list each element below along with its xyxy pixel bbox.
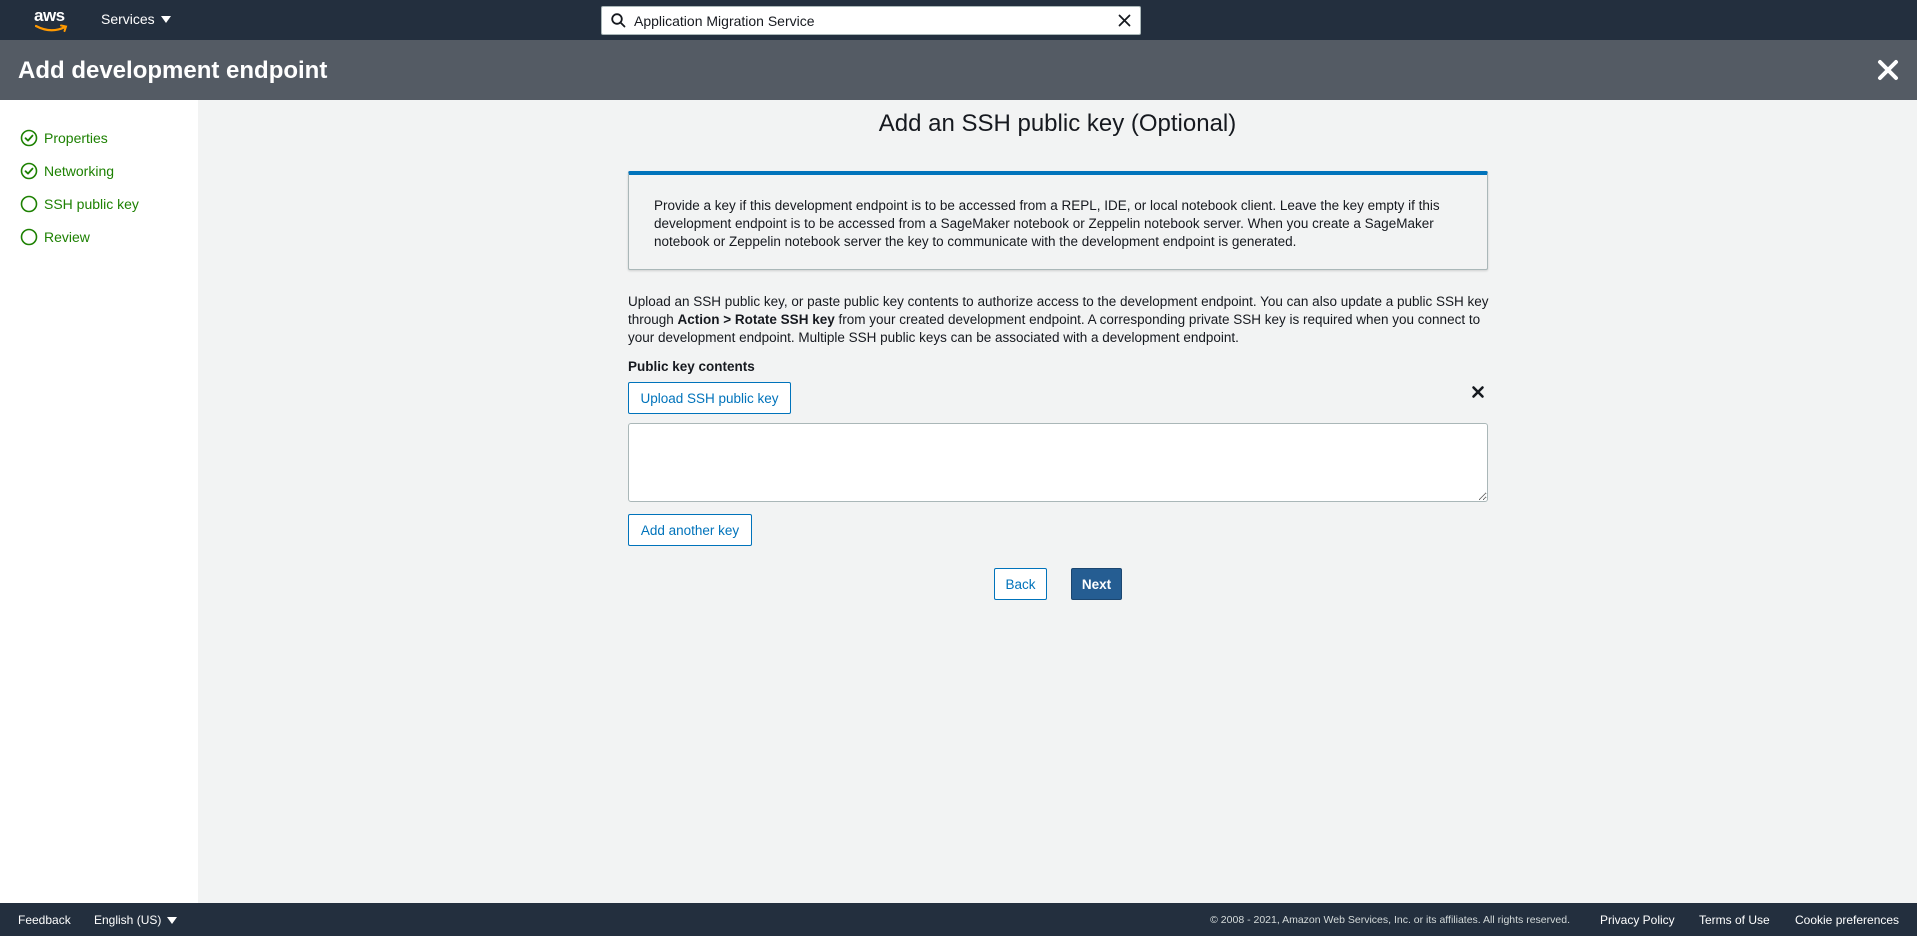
terms-of-use-link[interactable]: Terms of Use — [1699, 913, 1770, 927]
empty-circle-icon — [20, 195, 38, 213]
page-title: Add development endpoint — [18, 57, 328, 84]
search-icon — [602, 7, 634, 34]
public-key-label: Public key contents — [628, 359, 755, 374]
language-label: English (US) — [94, 913, 162, 927]
wizard-steps-sidebar: Properties Networking SSH public key Rev… — [0, 100, 198, 903]
step-networking[interactable]: Networking — [20, 161, 114, 181]
step-label: Review — [44, 229, 90, 245]
footer: Feedback English (US) © 2008 - 2021, Ama… — [0, 903, 1917, 936]
language-selector[interactable]: English (US) — [94, 913, 178, 927]
public-key-textarea[interactable] — [628, 423, 1488, 502]
wizard-header: Add development endpoint — [0, 40, 1917, 100]
services-label: Services — [101, 11, 155, 27]
next-button[interactable]: Next — [1071, 568, 1122, 600]
search-box[interactable]: Application Migration Service — [601, 6, 1141, 35]
feedback-link[interactable]: Feedback — [18, 913, 71, 927]
step-label: Networking — [44, 163, 115, 179]
add-another-key-button[interactable]: Add another key — [628, 514, 752, 546]
info-text: Provide a key if this development endpoi… — [654, 198, 1440, 249]
caret-down-icon — [167, 916, 178, 924]
search-input[interactable]: Application Migration Service — [634, 13, 1108, 29]
step-properties[interactable]: Properties — [20, 128, 108, 148]
top-navigation: aws Services Application Migration Servi… — [0, 0, 1917, 40]
empty-circle-icon — [20, 228, 38, 246]
check-circle-icon — [20, 129, 38, 147]
aws-logo-text: aws — [34, 6, 65, 25]
copyright-text: © 2008 - 2021, Amazon Web Services, Inc.… — [1210, 914, 1570, 926]
step-ssh-public-key[interactable]: SSH public key — [20, 194, 139, 214]
info-alert: Provide a key if this development endpoi… — [628, 171, 1488, 270]
services-menu[interactable]: Services — [101, 11, 171, 27]
caret-down-icon — [160, 15, 171, 23]
desc-bold: Action > Rotate SSH key — [677, 312, 835, 327]
aws-logo[interactable]: aws — [34, 6, 70, 34]
step-review[interactable]: Review — [20, 227, 90, 247]
privacy-policy-link[interactable]: Privacy Policy — [1600, 913, 1675, 927]
check-circle-icon — [20, 162, 38, 180]
step-label: Properties — [44, 130, 108, 146]
remove-key-icon[interactable] — [1470, 384, 1486, 400]
description-text: Upload an SSH public key, or paste publi… — [628, 293, 1490, 347]
close-icon[interactable] — [1875, 57, 1901, 83]
step-label: SSH public key — [44, 196, 139, 212]
back-button[interactable]: Back — [994, 568, 1047, 600]
clear-search-icon[interactable] — [1108, 7, 1140, 34]
section-title: Add an SSH public key (Optional) — [878, 110, 1237, 137]
upload-ssh-key-button[interactable]: Upload SSH public key — [628, 382, 791, 414]
cookie-preferences-link[interactable]: Cookie preferences — [1795, 913, 1899, 927]
aws-smile-icon — [35, 24, 68, 32]
